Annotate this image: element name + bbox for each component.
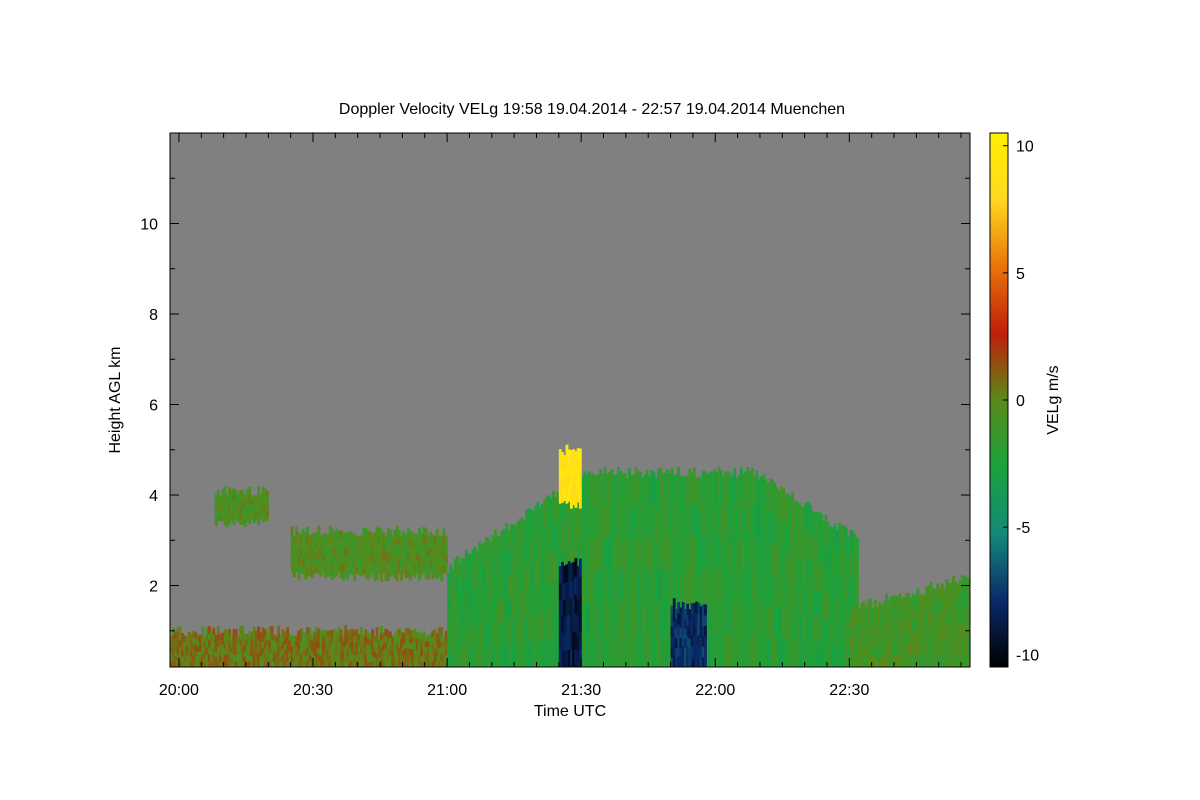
- colorbar-label: VELg m/s: [1045, 365, 1062, 434]
- y-tick-label: 4: [149, 488, 158, 505]
- cell: [704, 625, 707, 637]
- cell: [266, 515, 269, 522]
- x-axis-label: Time UTC: [534, 703, 606, 720]
- cell: [375, 627, 379, 635]
- cell: [578, 448, 582, 460]
- y-tick-label: 6: [149, 398, 158, 415]
- x-tick-label: 21:00: [427, 682, 467, 699]
- cell: [359, 626, 363, 635]
- cell: [704, 604, 707, 616]
- x-tick-label: 22:00: [695, 682, 735, 699]
- cell: [856, 581, 859, 604]
- cell: [257, 485, 260, 493]
- cell: [290, 526, 294, 535]
- cell: [277, 625, 281, 634]
- cell: [440, 573, 444, 582]
- x-tick-label: 21:30: [561, 682, 601, 699]
- cell: [266, 495, 269, 502]
- cell: [248, 486, 252, 494]
- colorbar-tick-label: 5: [1016, 266, 1025, 283]
- cell: [578, 488, 582, 499]
- colorbar-tick-label: 10: [1016, 139, 1034, 156]
- cell: [444, 555, 448, 562]
- cell: [435, 528, 439, 538]
- cell: [216, 625, 220, 634]
- cell: [578, 630, 582, 650]
- cell: [266, 505, 269, 512]
- cell: [380, 625, 383, 634]
- cell: [380, 572, 383, 582]
- cell: [444, 542, 448, 550]
- cell: [212, 627, 216, 635]
- cell: [578, 612, 582, 632]
- region-downdraft-band: [670, 598, 707, 667]
- chart: Doppler Velocity VELg 19:58 19.04.2014 -…: [107, 101, 1062, 720]
- cell: [306, 526, 310, 536]
- cell: [223, 486, 227, 494]
- cell: [578, 576, 582, 596]
- cell: [214, 520, 218, 527]
- region-strong-downdraft: [558, 558, 582, 667]
- cell: [578, 468, 582, 479]
- cell: [178, 626, 182, 634]
- cell: [440, 627, 444, 635]
- cell: [704, 646, 707, 658]
- x-tick-label: 22:30: [829, 682, 869, 699]
- cell: [704, 656, 707, 667]
- cell: [704, 614, 707, 626]
- cell: [228, 628, 231, 636]
- cell: [266, 510, 269, 517]
- cell: [317, 525, 321, 535]
- cell: [270, 626, 274, 634]
- cell: [241, 489, 245, 496]
- colorbar-tick-label: -10: [1016, 647, 1039, 664]
- cell: [578, 558, 582, 578]
- cell: [353, 572, 357, 582]
- cell: [241, 625, 245, 633]
- colorbar-tick-label: 0: [1016, 393, 1025, 410]
- y-tick-label: 8: [149, 307, 158, 324]
- cell: [444, 548, 448, 556]
- cell: [266, 500, 269, 507]
- cell: [704, 635, 707, 647]
- x-tick-label: 20:30: [293, 682, 333, 699]
- cell: [578, 594, 582, 614]
- cell: [400, 572, 404, 582]
- cell: [286, 627, 290, 635]
- cell: [371, 629, 374, 637]
- cell: [856, 559, 859, 582]
- y-tick-label: 10: [140, 217, 158, 234]
- chart-title: Doppler Velocity VELg 19:58 19.04.2014 -…: [339, 101, 845, 118]
- region-updraft-plume: [558, 444, 582, 509]
- cell: [444, 561, 448, 569]
- cell: [578, 478, 582, 489]
- cell: [578, 458, 582, 469]
- cell: [201, 626, 205, 634]
- x-tick-label: 20:00: [159, 682, 199, 699]
- cell: [444, 536, 448, 544]
- cell: [442, 528, 446, 537]
- y-tick-label: 2: [149, 579, 158, 596]
- cell: [216, 489, 220, 496]
- cell: [856, 538, 859, 561]
- cell: [266, 490, 269, 497]
- cell: [578, 498, 582, 509]
- cell: [234, 628, 238, 636]
- cell: [308, 627, 312, 635]
- y-axis-label: Height AGL km: [107, 346, 124, 453]
- colorbar-tick-label: -5: [1016, 520, 1030, 537]
